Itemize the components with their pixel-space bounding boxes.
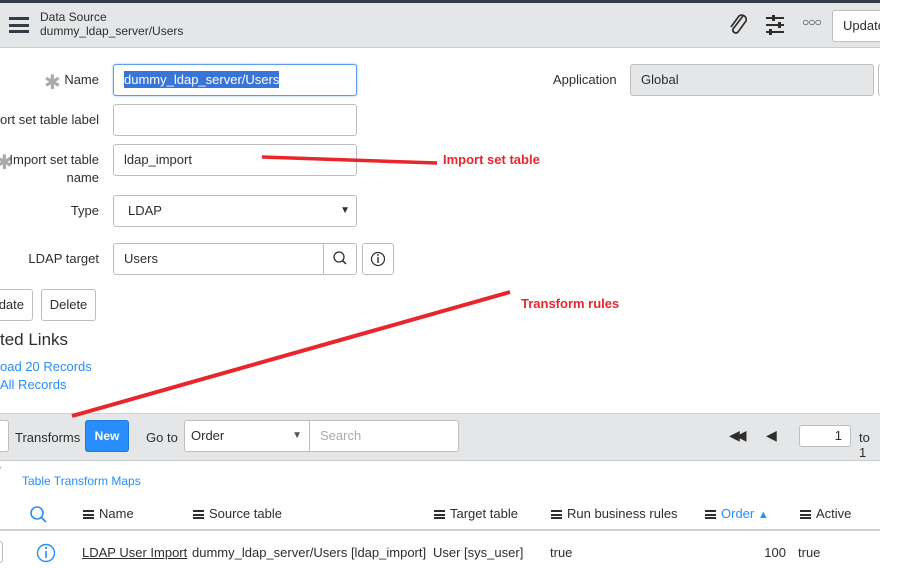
annotation-arrows [71, 155, 511, 418]
annotation-import-set-table: Import set table [443, 152, 540, 167]
annotation-line-transform [71, 290, 511, 418]
annotation-line-import-set [261, 155, 438, 165]
annotation-transform-rules: Transform rules [521, 296, 620, 311]
